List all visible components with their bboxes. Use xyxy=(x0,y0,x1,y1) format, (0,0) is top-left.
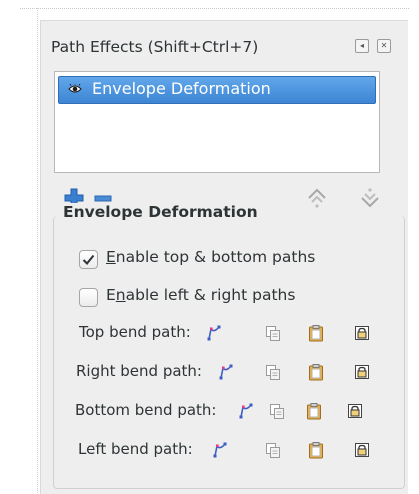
checkmark-icon xyxy=(82,254,95,265)
paste-path-icon[interactable] xyxy=(307,363,325,381)
copy-path-icon[interactable] xyxy=(264,363,282,381)
paste-path-icon[interactable] xyxy=(307,324,325,342)
copy-path-icon[interactable] xyxy=(264,324,282,342)
panel-title: Path Effects (Shift+Ctrl+7) xyxy=(51,38,259,56)
link-path-icon[interactable] xyxy=(346,402,364,420)
enable-left-right-label[interactable]: Enable left & right paths xyxy=(106,286,295,304)
link-path-icon[interactable] xyxy=(353,324,371,342)
enable-top-bottom-label[interactable]: Enable top & bottom paths xyxy=(106,248,315,266)
move-up-icon[interactable] xyxy=(306,187,328,209)
copy-path-icon[interactable] xyxy=(264,441,282,459)
edit-on-canvas-icon[interactable] xyxy=(211,441,229,459)
list-item[interactable]: Envelope Deformation xyxy=(58,76,376,104)
paste-path-icon[interactable] xyxy=(307,441,325,459)
edit-on-canvas-icon[interactable] xyxy=(217,363,235,381)
eye-icon[interactable] xyxy=(68,84,82,94)
link-path-icon[interactable] xyxy=(353,363,371,381)
enable-top-bottom-checkbox[interactable] xyxy=(79,250,98,269)
left-bend-path-label: Left bend path: xyxy=(78,440,193,458)
copy-path-icon[interactable] xyxy=(268,402,286,420)
dock-divider xyxy=(37,8,38,493)
collapse-icon[interactable]: ◂ xyxy=(355,39,369,53)
section-title: Envelope Deformation xyxy=(63,203,262,221)
top-bend-path-label: Top bend path: xyxy=(79,323,191,341)
canvas-divider xyxy=(20,8,409,9)
bottom-bend-path-label: Bottom bend path: xyxy=(75,401,217,419)
path-effects-panel: Path Effects (Shift+Ctrl+7) ◂ ✕ Envelope… xyxy=(40,20,408,494)
right-bend-path-label: Right bend path: xyxy=(76,362,202,380)
edit-on-canvas-icon[interactable] xyxy=(205,324,223,342)
enable-left-right-checkbox[interactable] xyxy=(79,288,98,307)
link-path-icon[interactable] xyxy=(353,441,371,459)
effect-label: Envelope Deformation xyxy=(92,79,271,98)
effects-list[interactable]: Envelope Deformation xyxy=(54,71,380,173)
paste-path-icon[interactable] xyxy=(305,402,323,420)
move-down-icon[interactable] xyxy=(359,187,381,209)
edit-on-canvas-icon[interactable] xyxy=(237,402,255,420)
close-icon[interactable]: ✕ xyxy=(377,39,391,53)
